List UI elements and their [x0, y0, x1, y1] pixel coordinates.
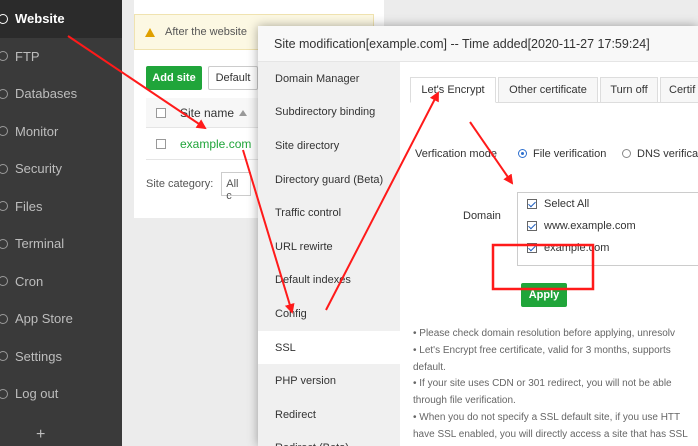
- row-checkbox[interactable]: [156, 138, 166, 149]
- domain-text: www.example.com: [544, 220, 636, 232]
- warning-icon: [145, 27, 155, 37]
- category-select[interactable]: All c: [221, 172, 252, 202]
- option-label: File verification: [533, 148, 607, 160]
- domain-list: Select All www.example.com example.com: [517, 192, 698, 266]
- folder-icon: [0, 201, 8, 212]
- note-line: • If your site uses CDN or 301 redirect,…: [413, 378, 672, 390]
- left-nav: Website FTP Databases Monitor Security F…: [0, 0, 122, 446]
- option-label: DNS verificat: [637, 148, 698, 160]
- domain-option-www[interactable]: www.example.com: [518, 215, 698, 237]
- apply-button[interactable]: Apply: [521, 283, 567, 307]
- sidebar-item-directory-guard[interactable]: Directory guard (Beta): [258, 163, 400, 197]
- nav-label: App Store: [15, 311, 73, 327]
- tab-lets-encrypt[interactable]: Let's Encrypt: [410, 77, 496, 103]
- ssl-notes: • Please check domain resolution before …: [413, 326, 698, 444]
- ftp-icon: [0, 51, 8, 62]
- nav-label: FTP: [15, 48, 40, 64]
- tab-certificate-folder[interactable]: Certif: [660, 77, 698, 103]
- tab-other-certificate[interactable]: Other certificate: [498, 77, 598, 103]
- gear-icon: [0, 351, 8, 362]
- note-line: default.: [413, 361, 446, 373]
- note-line: through file verification.: [413, 395, 516, 407]
- radio-selected[interactable]: [518, 149, 527, 158]
- domain-text: example.com: [544, 242, 610, 254]
- clock-icon: [0, 276, 8, 287]
- nav-item-security[interactable]: Security: [0, 150, 122, 188]
- verification-mode-label: Verfication mode: [415, 148, 497, 160]
- dialog-sidebar: Domain Manager Subdirectory binding Site…: [258, 62, 400, 446]
- nav-label: Settings: [15, 348, 62, 364]
- logout-icon: [0, 388, 8, 399]
- nav-label: Website: [15, 11, 65, 27]
- nav-label: Cron: [15, 273, 44, 289]
- nav-add-button[interactable]: +: [36, 426, 45, 444]
- nav-item-log-out[interactable]: Log out: [0, 375, 122, 413]
- note-line: • Please check domain resolution before …: [413, 328, 675, 339]
- app-store-icon: [0, 313, 8, 324]
- tab-turn-off[interactable]: Turn off: [600, 77, 658, 103]
- nav-item-monitor[interactable]: Monitor: [0, 113, 122, 151]
- note-line: • Let's Encrypt free certificate, valid …: [413, 344, 671, 356]
- screenshot-stage: Website FTP Databases Monitor Security F…: [0, 0, 698, 446]
- site-modification-dialog: Site modification[example.com] -- Time a…: [258, 26, 698, 446]
- sidebar-item-ssl[interactable]: SSL: [258, 330, 400, 365]
- nav-item-app-store[interactable]: App Store: [0, 300, 122, 338]
- sort-asc-icon[interactable]: [239, 109, 248, 116]
- ssl-tabs: Let's Encrypt Other certificate Turn off…: [410, 77, 698, 103]
- nav-item-files[interactable]: Files: [0, 188, 122, 226]
- sidebar-item-redirect[interactable]: Redirect: [258, 398, 400, 432]
- column-site-name[interactable]: Site name: [180, 106, 234, 120]
- sidebar-item-subdirectory-binding[interactable]: Subdirectory binding: [258, 96, 400, 130]
- sidebar-item-redirect-beta[interactable]: Redirect (Beta): [258, 432, 400, 446]
- sidebar-item-default-indexes[interactable]: Default indexes: [258, 264, 400, 298]
- sidebar-item-config[interactable]: Config: [258, 297, 400, 331]
- nav-label: Monitor: [15, 123, 59, 139]
- sidebar-item-php-version[interactable]: PHP version: [258, 364, 400, 398]
- alert-text: After the website: [165, 26, 247, 38]
- sidebar-item-site-directory[interactable]: Site directory: [258, 129, 400, 163]
- radio-unselected[interactable]: [622, 149, 631, 158]
- select-all-checkbox[interactable]: [156, 107, 166, 118]
- note-line: • When you do not specify a SSL default …: [413, 411, 681, 423]
- site-category: Site category: All c: [146, 172, 252, 202]
- nav-label: Terminal: [15, 236, 65, 252]
- checkbox-checked[interactable]: [527, 221, 537, 231]
- file-verification-option[interactable]: File verification: [518, 148, 606, 160]
- site-link[interactable]: example.com: [180, 137, 251, 151]
- checkbox-checked[interactable]: [527, 199, 537, 209]
- nav-item-terminal[interactable]: Terminal: [0, 225, 122, 263]
- domain-option-root[interactable]: example.com: [518, 237, 698, 259]
- monitor-icon: [0, 126, 8, 137]
- ssl-panel: Let's Encrypt Other certificate Turn off…: [400, 62, 698, 446]
- nav-label: Security: [15, 161, 62, 177]
- domain-text: Select All: [544, 198, 590, 210]
- note-line: have SSL enabled, you will directly acce…: [413, 428, 688, 440]
- nav-label: Files: [15, 198, 43, 214]
- shield-icon: [0, 163, 8, 174]
- nav-item-cron[interactable]: Cron: [0, 263, 122, 301]
- sidebar-item-traffic-control[interactable]: Traffic control: [258, 196, 400, 230]
- terminal-icon: [0, 238, 8, 249]
- category-label: Site category:: [146, 178, 214, 190]
- dialog-title: Site modification[example.com] -- Time a…: [258, 26, 698, 62]
- domain-label: Domain: [463, 210, 501, 222]
- sidebar-item-domain-manager[interactable]: Domain Manager: [258, 62, 400, 96]
- nav-item-settings[interactable]: Settings: [0, 338, 122, 376]
- nav-label: Log out: [15, 386, 59, 402]
- add-site-button[interactable]: Add site: [146, 66, 202, 90]
- nav-item-databases[interactable]: Databases: [0, 75, 122, 113]
- nav-label: Databases: [15, 86, 78, 102]
- globe-icon: [0, 13, 8, 24]
- checkbox-checked[interactable]: [527, 243, 537, 253]
- nav-item-website[interactable]: Website: [0, 0, 122, 38]
- default-button[interactable]: Default: [208, 66, 258, 90]
- dns-verification-option[interactable]: DNS verificat: [622, 148, 698, 160]
- database-icon: [0, 88, 8, 99]
- nav-item-ftp[interactable]: FTP: [0, 38, 122, 76]
- domain-option-select-all[interactable]: Select All: [518, 193, 698, 215]
- sidebar-item-url-rewrite[interactable]: URL rewirte: [258, 230, 400, 264]
